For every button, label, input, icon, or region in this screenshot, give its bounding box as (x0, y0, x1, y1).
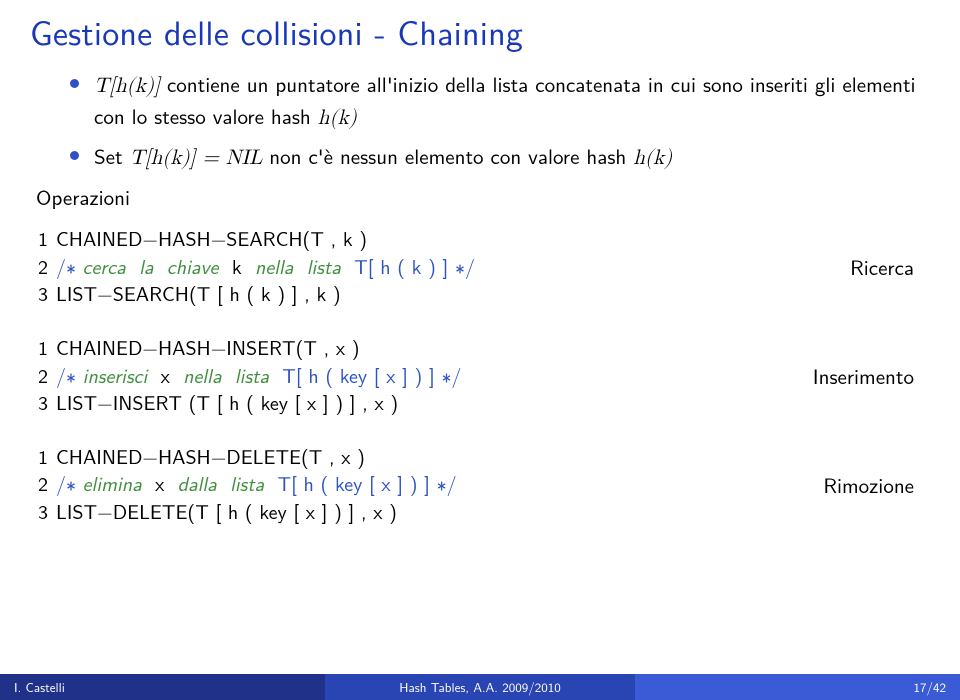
slide-content: T[h(k)] contiene un puntatore all'inizio… (0, 56, 960, 526)
kw: nella (183, 361, 221, 390)
comment-close: ∗/ (441, 361, 461, 390)
bullet-1-text: contiene un puntatore all'inizio della l… (94, 69, 916, 131)
code: LIST−DELETE(T [ h ( key [ x ] ) ] , x ) (56, 497, 397, 526)
comment-open: /∗ (56, 361, 76, 390)
footer: I. Castelli Hash Tables, A.A. 2009/2010 … (0, 674, 960, 700)
comment-open: /∗ (56, 469, 76, 498)
side-label-ricerca: Ricerca (850, 253, 914, 283)
lineno: 2 (30, 470, 48, 498)
slide-title: Gestione delle collisioni - Chaining (0, 0, 960, 56)
tok: x (161, 361, 170, 390)
math-hk-2: h(k) (633, 148, 672, 169)
footer-author: I. Castelli (0, 674, 325, 700)
code-lines: 1 CHAINED−HASH−INSERT(T , x ) 2 /∗ inseris… (30, 334, 922, 417)
kw: lista (230, 469, 264, 498)
footer-title: Hash Tables, A.A. 2009/2010 (325, 674, 636, 700)
math-hk: h(k) (318, 108, 357, 129)
lineno: 3 (30, 280, 48, 308)
lineno: 1 (30, 443, 48, 471)
tok: T[ h ( k ) ] (354, 252, 448, 281)
code: LIST−INSERT (T [ h ( key [ x ] ) ] , x ) (56, 388, 398, 417)
code-block-search: 1 CHAINED−HASH−SEARCH(T , k ) 2 /∗ cerca l… (30, 225, 922, 308)
operazioni-heading: Operazioni (36, 183, 922, 213)
code: CHAINED−HASH−SEARCH(T , k ) (56, 224, 367, 253)
tok: k (232, 252, 242, 281)
tok: T[ h ( key [ x ] ) ] (282, 361, 434, 390)
side-label-rimozione: Rimozione (823, 471, 914, 501)
bullet-2-text: non c'è nessun elemento con valore hash (262, 141, 633, 171)
tok: T[ h ( key [ x ] ) ] (277, 469, 429, 498)
kw: lista (235, 361, 269, 390)
kw: la (139, 252, 153, 281)
lineno: 3 (30, 498, 48, 526)
bullet-item-2: Set T[h(k)] = NIL non c'è nessun element… (70, 142, 922, 174)
kw: cerca (83, 252, 126, 281)
code: CHAINED−HASH−INSERT(T , x ) (56, 333, 360, 362)
kw: inserisci (83, 361, 148, 390)
code: LIST−SEARCH(T [ h ( k ) ] , k ) (56, 279, 341, 308)
kw: elimina (83, 469, 142, 498)
math-set: T[h(k)] = NIL (130, 148, 263, 169)
kw: dalla (178, 469, 217, 498)
kw: chiave (167, 252, 219, 281)
code-block-delete: 1 CHAINED−HASH−DELETE(T , x ) 2 /∗ elimina… (30, 443, 922, 526)
code-lines: 1 CHAINED−HASH−SEARCH(T , k ) 2 /∗ cerca l… (30, 225, 922, 308)
lineno: 2 (30, 253, 48, 281)
code: CHAINED−HASH−DELETE(T , x ) (56, 442, 365, 471)
comment-open: /∗ (56, 252, 76, 281)
bullet-item-1: T[h(k)] contiene un puntatore all'inizio… (70, 70, 922, 134)
code-lines: 1 CHAINED−HASH−DELETE(T , x ) 2 /∗ elimina… (30, 443, 922, 526)
side-label-inserimento: Inserimento (813, 362, 914, 392)
lineno: 1 (30, 225, 48, 253)
tok: x (155, 469, 164, 498)
bullet-2-prefix: Set (94, 141, 130, 171)
slide: Gestione delle collisioni - Chaining T[h… (0, 0, 960, 700)
lineno: 3 (30, 389, 48, 417)
code-block-insert: 1 CHAINED−HASH−INSERT(T , x ) 2 /∗ inseris… (30, 334, 922, 417)
kw: lista (307, 252, 341, 281)
lineno: 2 (30, 362, 48, 390)
math-thk: T[h(k)] (94, 76, 160, 97)
comment-close: ∗/ (455, 252, 475, 281)
footer-pageno: 17/42 (635, 674, 960, 700)
lineno: 1 (30, 334, 48, 362)
kw: nella (255, 252, 293, 281)
comment-close: ∗/ (437, 469, 457, 498)
